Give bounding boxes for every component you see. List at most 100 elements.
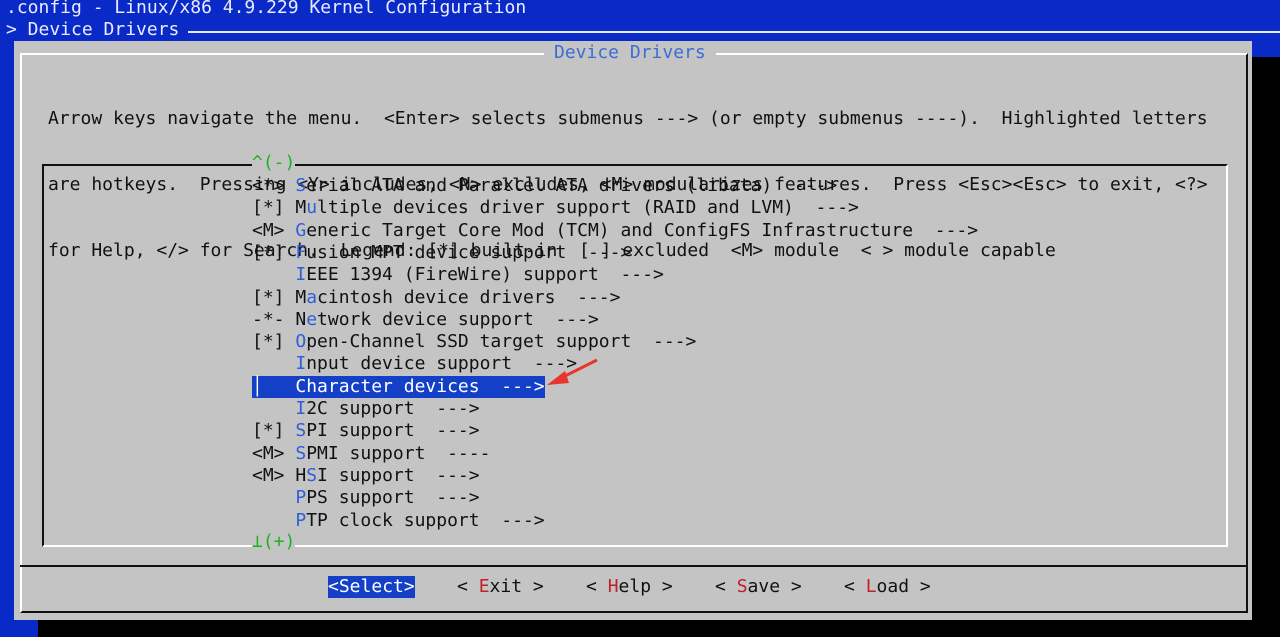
menu-item-state: <*> — [252, 175, 296, 196]
menu-item-hotkey: a — [306, 286, 318, 308]
menu-item-hotkey: S — [295, 420, 307, 442]
dialog-title: Device Drivers — [544, 42, 716, 64]
menu-item-state: <M> — [252, 464, 296, 486]
dialog-shadow-bottom — [38, 620, 1280, 637]
menu-item-state: <M> — [252, 219, 296, 241]
button-label: elp > — [618, 576, 673, 597]
window-title: .config - Linux/x86 4.9.229 Kernel Confi… — [6, 0, 527, 18]
menu-item[interactable]: <M> Generic Target Core Mod (TCM) and Co… — [252, 220, 978, 242]
menu-item-state — [252, 487, 295, 508]
menu-item-hotkey: S — [295, 175, 307, 196]
menu-item-hotkey: P — [295, 509, 307, 531]
menu-item[interactable]: [*] SPI support ---> — [252, 420, 480, 442]
menu-item-label: PI support ---> — [306, 420, 480, 442]
annotation-arrow-icon — [547, 358, 598, 385]
menu-item-label: haracter devices ---> — [306, 375, 545, 397]
save-button[interactable]: < Save > — [715, 576, 802, 598]
menu-item-label: PMI support ---- — [306, 442, 491, 464]
menu-item-state: [*] — [252, 197, 296, 219]
menu-item[interactable]: [*] Multiple devices driver support (RAI… — [252, 197, 859, 219]
menu-item-hotkey: O — [295, 331, 307, 353]
button-hotkey: L — [865, 576, 877, 597]
menu-item[interactable]: [*] Macintosh device drivers ---> — [252, 287, 620, 309]
menu-item-label-start: M — [295, 286, 307, 308]
menu-item[interactable]: PTP clock support ---> — [252, 509, 545, 532]
load-button[interactable]: < Load > — [844, 576, 931, 598]
menu-item-hotkey: P — [295, 487, 307, 509]
breadcrumb-rule — [188, 31, 1280, 33]
menu-item-hotkey: C — [295, 375, 307, 397]
menu-item-label-start: N — [295, 308, 307, 330]
menu-item-label: eneric Target Core Mod (TCM) and ConfigF… — [306, 219, 979, 241]
menu-item-label: twork device support ---> — [317, 308, 599, 330]
menu-item[interactable]: <M> HSI support ---> — [252, 465, 480, 487]
menu-item-state — [252, 264, 295, 285]
menu-item[interactable]: PPS support ---> — [252, 487, 480, 509]
menu-item[interactable]: <M> SPMI support ---- — [252, 443, 490, 465]
menu-item-state — [252, 510, 295, 531]
button-hotkey: S — [736, 576, 748, 597]
menu-item[interactable]: │ Character devices ---> — [252, 375, 545, 398]
button-label: > — [403, 576, 415, 597]
button-bracket: < — [844, 576, 866, 597]
menu-item-state: [*] — [252, 241, 296, 263]
menu-item-label-start: M — [295, 197, 307, 219]
menu-item-state: [*] — [252, 286, 296, 308]
menu-item-label: erial ATA and Parallel ATA drivers (liba… — [306, 175, 838, 196]
menu-item-label: ltiple devices driver support (RAID and … — [317, 197, 859, 219]
device-drivers-dialog: Device Drivers Arrow keys navigate the m… — [14, 41, 1252, 620]
menu-item-hotkey: e — [306, 308, 318, 330]
menu-item[interactable]: <*> Serial ATA and Parallel ATA drivers … — [252, 175, 837, 197]
button-hotkey: Select — [338, 576, 404, 597]
menu-item-hotkey: I — [295, 264, 307, 286]
button-hotkey: E — [478, 576, 490, 597]
menu-item-state: [*] — [252, 331, 296, 353]
select-button[interactable]: <Select> — [328, 576, 415, 598]
menu-item-label: nput device support ---> — [306, 353, 578, 375]
breadcrumb: > Device Drivers — [6, 19, 180, 40]
menu-item-state: │ — [252, 375, 296, 397]
menu-item-state: <M> — [252, 442, 296, 464]
button-bracket: < — [715, 576, 737, 597]
menu-item-label: usion MPT device support ---> — [306, 241, 632, 263]
exit-button[interactable]: < Exit > — [457, 576, 544, 598]
menu-item-hotkey: S — [306, 464, 318, 486]
menu-item-hotkey: G — [295, 219, 307, 241]
menu-item-label: TP clock support ---> — [306, 509, 545, 531]
menu-item-label: PS support ---> — [306, 487, 480, 509]
menu-item[interactable]: I2C support ---> — [252, 398, 480, 420]
button-label: ave > — [747, 576, 802, 597]
button-bracket: < — [328, 576, 339, 597]
menu-item-hotkey: I — [295, 398, 307, 419]
button-hotkey: H — [607, 576, 619, 597]
menu-item-hotkey: F — [295, 241, 307, 263]
button-bracket: < — [586, 576, 608, 597]
menu-item[interactable]: [*] Fusion MPT device support ---> — [252, 242, 631, 264]
button-bracket: < — [457, 576, 479, 597]
menu-item-label: cintosh device drivers ---> — [317, 286, 621, 308]
menu-item-state: -*- — [252, 308, 296, 330]
dialog-shadow-right — [1252, 57, 1280, 637]
menu-item[interactable]: Input device support ---> — [252, 353, 577, 375]
help-line: Arrow keys navigate the menu. <Enter> se… — [48, 108, 1208, 129]
menu-item-hotkey: u — [306, 197, 318, 219]
menu-item-label: I support ---> — [317, 464, 480, 486]
menu-item[interactable]: -*- Network device support ---> — [252, 309, 599, 331]
menu-item-state: [*] — [252, 420, 296, 442]
menu-item-hotkey: S — [295, 442, 307, 464]
menu-item[interactable]: [*] Open-Channel SSD target support ---> — [252, 331, 696, 353]
button-label: oad > — [876, 576, 931, 597]
menu-item-label: EEE 1394 (FireWire) support ---> — [306, 264, 664, 286]
scroll-down-indicator[interactable]: ⊥(+) — [252, 531, 296, 553]
button-bar-divider — [20, 565, 1246, 567]
menu-item[interactable]: IEEE 1394 (FireWire) support ---> — [252, 264, 664, 286]
menu-item-state — [252, 398, 295, 419]
menu-item-label: pen-Channel SSD target support ---> — [306, 331, 697, 353]
menu-item-state — [252, 353, 295, 374]
menu-item-label: 2C support ---> — [306, 398, 480, 419]
button-label: xit > — [489, 576, 544, 597]
menu-item-label-start: H — [295, 464, 307, 486]
scroll-up-indicator[interactable]: ^(-) — [252, 152, 296, 174]
menu-item-hotkey: I — [295, 353, 307, 375]
help-button[interactable]: < Help > — [586, 576, 673, 598]
